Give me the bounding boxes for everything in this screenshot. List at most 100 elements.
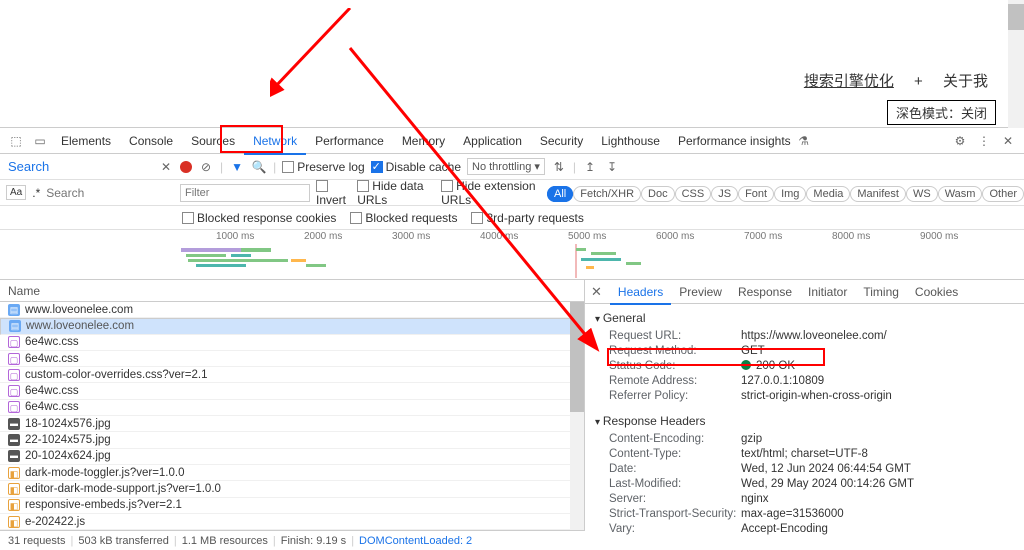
request-row[interactable]: ◧dark-mode-toggler.js?ver=1.0.0 bbox=[0, 465, 584, 481]
plus: + bbox=[914, 73, 923, 90]
tab-memory[interactable]: Memory bbox=[393, 129, 454, 153]
file-img-icon: ▬ bbox=[8, 434, 20, 446]
header-key: Date: bbox=[609, 463, 741, 475]
filter-input[interactable] bbox=[180, 184, 310, 202]
request-row[interactable]: ▢custom-color-overrides.css?ver=2.1 bbox=[0, 367, 584, 383]
wifi-icon[interactable]: ⇅ bbox=[551, 160, 567, 174]
filter-type-other[interactable]: Other bbox=[982, 186, 1024, 202]
request-row[interactable]: ◧e-202422.js bbox=[0, 514, 584, 530]
request-row[interactable]: ▬20-1024x624.jpg bbox=[0, 449, 584, 465]
detail-tab-preview[interactable]: Preview bbox=[671, 281, 730, 303]
tab-elements[interactable]: Elements bbox=[52, 129, 120, 153]
tab-security[interactable]: Security bbox=[531, 129, 592, 153]
close-search-icon[interactable]: ✕ bbox=[158, 160, 174, 174]
request-row[interactable]: ◧responsive-embeds.js?ver=2.1 bbox=[0, 498, 584, 514]
header-row: Content-Type:text/html; charset=UTF-8 bbox=[595, 446, 1014, 461]
section-general[interactable]: General bbox=[595, 311, 1014, 325]
record-icon[interactable] bbox=[180, 161, 192, 173]
request-name: 6e4wc.css bbox=[25, 401, 79, 413]
insights-icon: ⚗ bbox=[796, 134, 812, 148]
tab-application[interactable]: Application bbox=[454, 129, 531, 153]
tab-performance[interactable]: Performance bbox=[306, 129, 393, 153]
request-row[interactable]: ▬18-1024x576.jpg bbox=[0, 416, 584, 432]
detail-tab-headers[interactable]: Headers bbox=[610, 281, 671, 305]
tab-lighthouse[interactable]: Lighthouse bbox=[592, 129, 669, 153]
third-party-checkbox[interactable]: 3rd-party requests bbox=[471, 211, 583, 225]
extra-filters: Blocked response cookies Blocked request… bbox=[0, 206, 1024, 230]
settings-icon[interactable]: ⚙ bbox=[952, 134, 968, 148]
request-row[interactable]: ◧editor-dark-mode-support.js?ver=1.0.0 bbox=[0, 481, 584, 497]
filter-type-doc[interactable]: Doc bbox=[641, 186, 675, 202]
request-row[interactable]: ▬22-1024x575.jpg bbox=[0, 432, 584, 448]
inspect-icon[interactable]: ⬚ bbox=[8, 134, 24, 148]
dark-mode-toggle[interactable]: 深色模式：关闭 bbox=[887, 100, 996, 125]
request-row[interactable]: ▤www.loveonelee.com bbox=[0, 318, 584, 334]
detail-tab-cookies[interactable]: Cookies bbox=[907, 281, 966, 303]
hide-data-urls-checkbox[interactable]: Hide data URLs bbox=[357, 179, 435, 207]
search-panel-label[interactable]: Search bbox=[8, 159, 49, 174]
file-html-icon: ▤ bbox=[8, 304, 20, 316]
throttling-select[interactable]: No throttling ▾ bbox=[467, 158, 545, 175]
detail-tab-response[interactable]: Response bbox=[730, 281, 800, 303]
disable-cache-checkbox[interactable]: Disable cache bbox=[371, 160, 461, 174]
request-name: dark-mode-toggler.js?ver=1.0.0 bbox=[25, 467, 185, 479]
request-detail: ✕ HeadersPreviewResponseInitiatorTimingC… bbox=[585, 280, 1024, 542]
link-seo[interactable]: 搜索引擎优化 bbox=[804, 73, 894, 90]
header-key: Vary: bbox=[609, 523, 741, 535]
header-key: Strict-Transport-Security: bbox=[609, 508, 741, 520]
request-row[interactable]: ▢6e4wc.css bbox=[0, 335, 584, 351]
tab-sources[interactable]: Sources bbox=[182, 129, 244, 153]
filter-type-js[interactable]: JS bbox=[711, 186, 738, 202]
header-value: max-age=31536000 bbox=[741, 508, 844, 520]
network-timeline[interactable]: 1000 ms2000 ms3000 ms4000 ms5000 ms6000 … bbox=[0, 230, 1024, 280]
section-response-headers[interactable]: Response Headers bbox=[595, 414, 1014, 428]
header-row: Referrer Policy:strict-origin-when-cross… bbox=[595, 388, 1014, 403]
hide-ext-urls-checkbox[interactable]: Hide extension URLs bbox=[441, 179, 541, 207]
blocked-cookies-checkbox[interactable]: Blocked response cookies bbox=[182, 211, 336, 225]
page-scrollbar[interactable] bbox=[1008, 0, 1024, 128]
tab-network[interactable]: Network bbox=[244, 129, 306, 155]
filter-icon[interactable]: ▼ bbox=[229, 160, 245, 174]
filter-type-fetch-xhr[interactable]: Fetch/XHR bbox=[573, 186, 641, 202]
download-icon[interactable]: ↧ bbox=[604, 160, 620, 174]
regex-icon[interactable]: .* bbox=[32, 186, 40, 200]
list-header-name[interactable]: Name bbox=[0, 280, 584, 302]
blocked-requests-checkbox[interactable]: Blocked requests bbox=[350, 211, 457, 225]
invert-checkbox[interactable]: Invert bbox=[316, 179, 351, 207]
header-key: Request Method: bbox=[609, 345, 741, 357]
file-js-icon: ◧ bbox=[8, 483, 20, 495]
filter-type-css[interactable]: CSS bbox=[675, 186, 712, 202]
header-value: nginx bbox=[741, 493, 769, 505]
request-row[interactable]: ▢6e4wc.css bbox=[0, 351, 584, 367]
file-css-icon: ▢ bbox=[8, 401, 20, 413]
match-case-icon[interactable]: Aa bbox=[6, 185, 26, 200]
search-icon[interactable]: 🔍 bbox=[251, 160, 267, 174]
timeline-tick: 3000 ms bbox=[392, 231, 430, 242]
tab-console[interactable]: Console bbox=[120, 129, 182, 153]
filter-type-wasm[interactable]: Wasm bbox=[938, 186, 983, 202]
header-row: Last-Modified:Wed, 29 May 2024 00:14:26 … bbox=[595, 476, 1014, 491]
preserve-log-checkbox[interactable]: Preserve log bbox=[282, 160, 364, 174]
more-icon[interactable]: ⋮ bbox=[976, 134, 992, 148]
filter-type-media[interactable]: Media bbox=[806, 186, 850, 202]
close-icon[interactable]: ✕ bbox=[1000, 134, 1016, 148]
request-row[interactable]: ▤www.loveonelee.com bbox=[0, 302, 584, 318]
request-row[interactable]: ▢ 6e4wc.css bbox=[0, 400, 584, 416]
filter-type-font[interactable]: Font bbox=[738, 186, 774, 202]
detail-tab-initiator[interactable]: Initiator bbox=[800, 281, 855, 303]
filter-type-all[interactable]: All bbox=[547, 186, 573, 202]
tab-performance-insights[interactable]: Performance insights bbox=[669, 129, 800, 153]
detail-tab-timing[interactable]: Timing bbox=[855, 281, 907, 303]
close-detail-icon[interactable]: ✕ bbox=[591, 284, 602, 300]
clear-icon[interactable]: ⊘ bbox=[198, 160, 214, 174]
upload-icon[interactable]: ↥ bbox=[582, 160, 598, 174]
timeline-tick: 4000 ms bbox=[480, 231, 518, 242]
filter-type-ws[interactable]: WS bbox=[906, 186, 938, 202]
request-row[interactable]: ▢6e4wc.css bbox=[0, 383, 584, 399]
request-list: Name ▤www.loveonelee.com▤www.loveonelee.… bbox=[0, 280, 585, 542]
filter-type-manifest[interactable]: Manifest bbox=[850, 186, 906, 202]
list-scrollbar[interactable] bbox=[570, 302, 584, 542]
link-about[interactable]: 关于我 bbox=[943, 73, 988, 90]
device-icon[interactable]: ▭ bbox=[32, 134, 48, 148]
filter-type-img[interactable]: Img bbox=[774, 186, 806, 202]
